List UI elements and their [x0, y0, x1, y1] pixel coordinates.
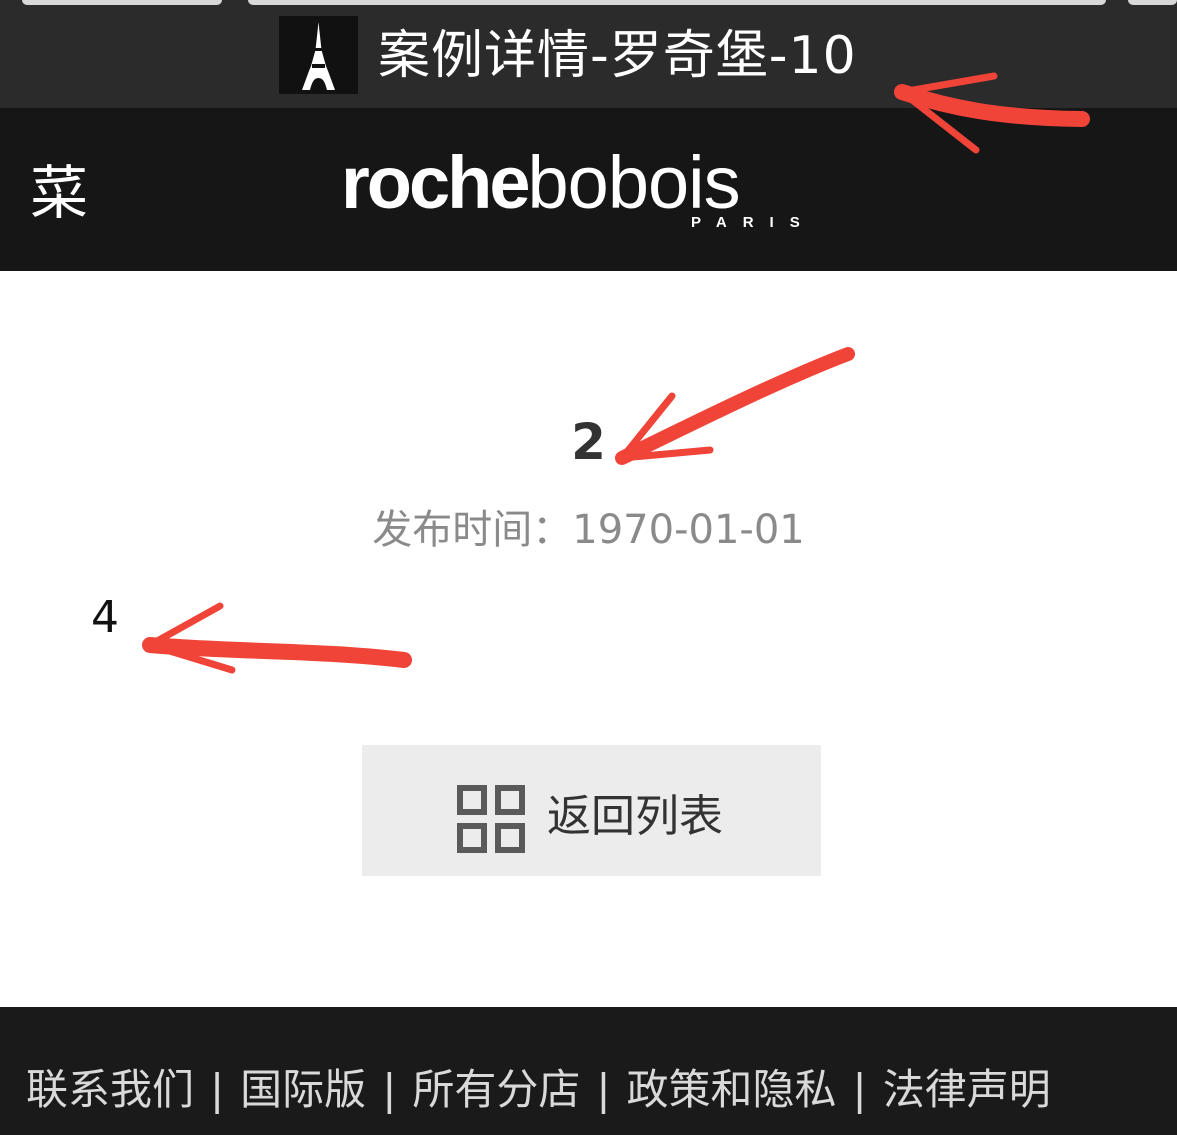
publish-info: 发布时间：1970-01-01 — [0, 502, 1177, 558]
menu-button[interactable]: 菜 — [30, 158, 88, 228]
active-tab-edge[interactable] — [248, 0, 1106, 5]
article-title: 2 — [571, 413, 606, 471]
back-button-label: 返回列表 — [547, 791, 723, 842]
browser-tab-bar: 案例详情-罗奇堡-10 — [0, 0, 1177, 108]
adjacent-tab-right[interactable] — [1128, 0, 1177, 5]
logo-subtitle: PARIS — [691, 214, 816, 231]
tab-title: 案例详情-罗奇堡-10 — [378, 26, 857, 86]
arrow-head-upper — [146, 602, 224, 649]
grid-icon — [457, 785, 525, 853]
footer-link-privacy[interactable]: 政策和隐私 — [627, 1055, 837, 1125]
footer-nav: 联系我们 | 国际版 | 所有分店 | 政策和隐私 | 法律声明 — [26, 1055, 1051, 1125]
footer-separator: | — [852, 1065, 867, 1114]
adjacent-tab-left[interactable] — [22, 0, 222, 5]
annotation-arrow-body — [142, 602, 412, 674]
article-body: 4 — [91, 592, 119, 643]
footer-link-stores[interactable]: 所有分店 — [412, 1055, 580, 1125]
back-to-list-button[interactable]: 返回列表 — [362, 745, 821, 876]
publish-label: 发布时间： — [372, 507, 573, 553]
footer-link-contact[interactable]: 联系我们 — [26, 1055, 194, 1125]
footer-separator: | — [382, 1065, 397, 1114]
publish-date: 1970-01-01 — [572, 507, 805, 553]
footer-separator: | — [210, 1065, 225, 1114]
arrow-head-lower — [146, 641, 236, 674]
footer-link-legal[interactable]: 法律声明 — [883, 1055, 1051, 1125]
logo-bold-part: roche — [341, 141, 531, 224]
footer-separator: | — [596, 1065, 611, 1114]
eiffel-tower-icon — [279, 16, 358, 94]
site-footer: 联系我们 | 国际版 | 所有分店 | 政策和隐私 | 法律声明 — [0, 1007, 1177, 1135]
arrow-shaft — [142, 637, 412, 668]
site-header: 菜 rochebobois PARIS — [0, 108, 1177, 271]
brand-logo[interactable]: rochebobois PARIS — [341, 144, 841, 244]
footer-link-international[interactable]: 国际版 — [240, 1055, 366, 1125]
logo-light-part: bobois — [527, 141, 741, 224]
logo-wordmark: rochebobois — [341, 141, 741, 224]
